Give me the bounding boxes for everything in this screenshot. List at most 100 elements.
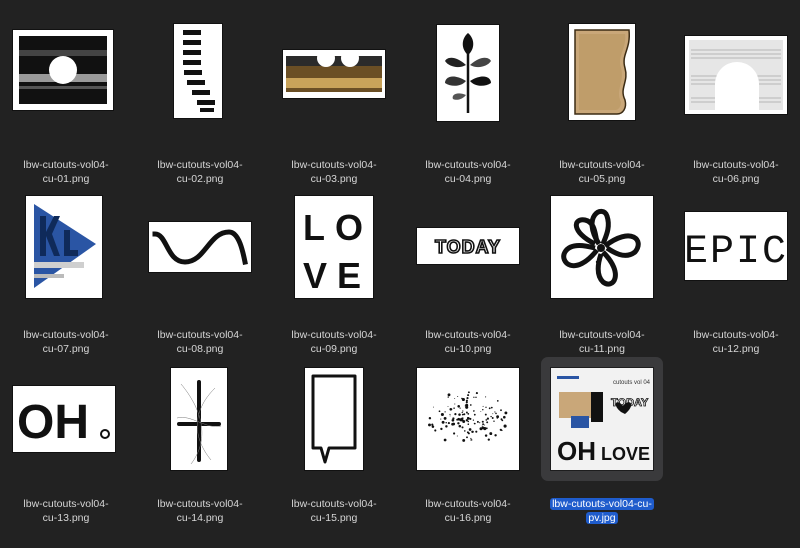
splatter-dot: [473, 396, 475, 398]
splatter-dot: [467, 423, 470, 425]
splatter-dot: [441, 420, 445, 424]
file-name: lbw-cutouts-vol04- cu-08.png: [157, 329, 243, 355]
splatter-dot: [457, 405, 460, 408]
splatter-dot: [476, 420, 479, 423]
splatter-dot: [482, 423, 485, 426]
cutout-kraft-thumbnail[interactable]: [569, 24, 635, 120]
file-item[interactable]: lbw-cutouts-vol04- cu-11.png: [535, 190, 669, 360]
splatter-dot: [469, 404, 472, 406]
splatter-dot: [453, 407, 455, 409]
splatter-dot: [485, 406, 487, 408]
cutout-splatter-thumbnail[interactable]: [417, 368, 519, 470]
splatter-dot: [504, 411, 508, 415]
file-item[interactable]: lbw-cutouts-vol04- cu-16.png: [401, 359, 535, 529]
splatter-dot: [454, 413, 457, 416]
file-name: lbw-cutouts-vol04- cu-01.png: [23, 159, 109, 185]
splatter-dot: [428, 416, 432, 420]
cutout-oh-thumbnail[interactable]: OH: [13, 386, 115, 452]
splatter-dot: [495, 412, 497, 415]
splatter-dot: [459, 407, 461, 409]
splatter-dot: [451, 418, 455, 422]
splatter-dot: [491, 417, 494, 419]
cutout-scallop-thumbnail[interactable]: [283, 50, 385, 98]
splatter-dot: [486, 417, 489, 420]
splatter-dot: [481, 420, 484, 423]
file-item-selected[interactable]: cutouts vol 04 TODAY OH LOVE lbw-cutouts…: [535, 357, 669, 529]
love-letter-e: E: [337, 255, 361, 296]
splatter-dot: [503, 424, 507, 428]
splatter-dot: [456, 435, 458, 437]
cutout-today-image: TODAY: [434, 236, 501, 258]
file-item[interactable]: lbw-cutouts-vol04- cu-05.png: [535, 20, 669, 190]
file-item[interactable]: lbw-cutouts-vol04- cu-07.png: [0, 190, 133, 360]
cutout-stripes-thumbnail[interactable]: [174, 24, 222, 118]
splatter-dot: [471, 431, 472, 433]
cutout-arch-thumbnail[interactable]: [685, 36, 787, 114]
splatter-dot: [460, 418, 464, 422]
file-item[interactable]: lbw-cutouts-vol04- cu-01.png: [0, 20, 133, 190]
file-item[interactable]: lbw-cutouts-vol04- cu-08.png: [133, 190, 267, 360]
splatter-dot: [443, 417, 446, 420]
file-name-selected[interactable]: lbw-cutouts-vol04-cu-pv.jpg: [535, 497, 669, 525]
file-item[interactable]: lbw-cutouts-vol04- cu-06.png: [669, 20, 800, 190]
splatter-dot: [486, 421, 489, 424]
splatter-dot: [445, 425, 448, 428]
splatter-dot: [493, 420, 495, 422]
cutout-leaf-thumbnail[interactable]: [437, 25, 499, 121]
cutout-cross-thumbnail[interactable]: [171, 368, 227, 470]
splatter-dot: [475, 430, 478, 433]
file-item[interactable]: lbw-cutouts-vol04- cu-14.png: [133, 359, 267, 529]
oh-text: OH: [17, 396, 89, 449]
splatter-dot: [485, 427, 488, 430]
splatter-dot: [454, 398, 456, 400]
splatter-dot: [462, 438, 466, 442]
cutout-flag-thumbnail[interactable]: [26, 196, 102, 298]
splatter-dot: [479, 427, 483, 431]
splatter-dot: [466, 431, 469, 434]
file-item[interactable]: TODAY lbw-cutouts-vol04- cu-10.png: [401, 190, 535, 360]
file-item[interactable]: lbw-cutouts-vol04- cu-04.png: [401, 20, 535, 190]
cutout-epic-image: EPIC: [685, 230, 786, 275]
splatter-dot: [470, 437, 472, 440]
cutout-epic-thumbnail[interactable]: EPIC: [685, 212, 787, 280]
file-name: lbw-cutouts-vol04- cu-03.png: [291, 159, 377, 185]
file-item[interactable]: L O V E lbw-cutouts-vol04- cu-09.png: [267, 190, 401, 360]
splatter-dot: [485, 396, 487, 398]
file-item[interactable]: OH lbw-cutouts-vol04- cu-13.png: [0, 359, 133, 529]
splatter-dot: [434, 429, 437, 432]
splatter-dot: [490, 415, 492, 418]
cutout-splatter-image: [428, 391, 508, 442]
splatter-dot: [484, 434, 488, 437]
cutout-speech-bubble-thumbnail[interactable]: [305, 368, 363, 470]
splatter-dot: [473, 413, 476, 416]
cutout-cross-image: [176, 380, 222, 465]
preview-collage-thumbnail[interactable]: cutouts vol 04 TODAY OH LOVE: [551, 368, 653, 470]
cutout-today-thumbnail[interactable]: TODAY: [417, 228, 519, 264]
splatter-dot: [467, 417, 469, 419]
splatter-dot: [461, 411, 463, 414]
file-name: lbw-cutouts-vol04- cu-06.png: [693, 159, 779, 185]
love-letter-l: L: [303, 207, 325, 248]
splatter-dot: [461, 426, 464, 429]
file-item[interactable]: lbw-cutouts-vol04- cu-03.png: [267, 20, 401, 190]
splatter-dot: [475, 396, 477, 399]
splatter-dot: [496, 417, 498, 420]
splatter-dot: [489, 432, 493, 436]
file-item[interactable]: lbw-cutouts-vol04- cu-02.png: [133, 20, 267, 190]
splatter-dot: [432, 406, 434, 408]
cutout-love-thumbnail[interactable]: L O V E: [295, 196, 373, 298]
splatter-dot: [501, 429, 503, 432]
splatter-dot: [431, 423, 433, 425]
file-name: lbw-cutouts-vol04- cu-04.png: [425, 159, 511, 185]
cutout-flower-thumbnail[interactable]: [551, 196, 653, 298]
splatter-dot: [473, 422, 476, 425]
today-text: TODAY: [435, 237, 501, 257]
file-item[interactable]: lbw-cutouts-vol04- cu-15.png: [267, 359, 401, 529]
splatter-dot: [473, 410, 475, 412]
file-item[interactable]: EPIC lbw-cutouts-vol04- cu-12.png: [669, 190, 800, 360]
splatter-dot: [485, 419, 488, 421]
cutout-circle-thumbnail[interactable]: [13, 30, 113, 110]
preview-love: LOVE: [601, 444, 650, 464]
preview-title: cutouts vol 04: [613, 380, 651, 386]
cutout-wave-thumbnail[interactable]: [149, 222, 251, 272]
